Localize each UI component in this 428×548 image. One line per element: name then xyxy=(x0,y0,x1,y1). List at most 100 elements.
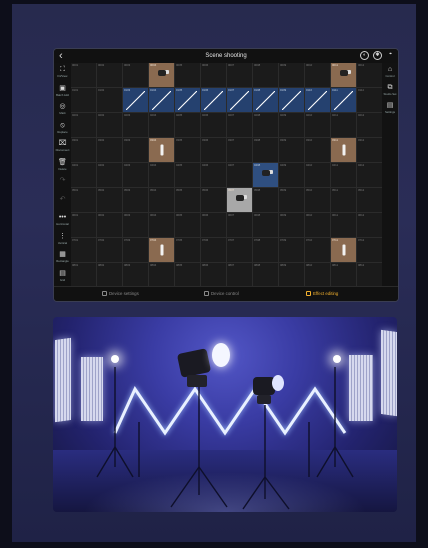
sidebar-item-redo[interactable]: ↷ xyxy=(54,177,71,185)
sidebar-item-horizontal[interactable]: ••• Horizontal xyxy=(54,214,71,226)
grid-cell[interactable]: 0603 xyxy=(123,213,148,237)
grid-cell[interactable]: 0210 xyxy=(305,113,330,137)
grid-cell[interactable]: 0604 xyxy=(149,213,174,237)
tab-device-settings[interactable]: Device settings xyxy=(102,287,139,301)
grid-cell[interactable]: 0308 xyxy=(253,138,278,162)
grid-cell[interactable]: 0005 xyxy=(175,63,200,87)
sidebar-item-mark[interactable]: ◎ Mark xyxy=(54,103,71,115)
grid-cell[interactable]: 0512 xyxy=(357,188,382,212)
grid-cell[interactable]: 0202 xyxy=(97,113,122,137)
grid-cell[interactable]: 0401 xyxy=(71,163,96,187)
grid-cell[interactable]: 0006 xyxy=(201,63,226,87)
grid-cell[interactable]: 0307 xyxy=(227,138,252,162)
location-pin-icon[interactable]: ⌖ xyxy=(386,51,395,60)
grid-cell[interactable]: 0602 xyxy=(97,213,122,237)
grid-cell[interactable]: 0707 xyxy=(227,238,252,262)
grid-cell[interactable]: 0611 xyxy=(331,213,356,237)
grid-cell[interactable]: 0302 xyxy=(97,138,122,162)
grid-cell[interactable]: 0003 xyxy=(123,63,148,87)
grid-cell[interactable]: 0311 xyxy=(331,138,356,162)
preset-icon[interactable]: ◐ xyxy=(360,51,369,60)
grid-cell[interactable]: 0211 xyxy=(331,113,356,137)
grid-cell[interactable]: 0201 xyxy=(71,113,96,137)
grid-cell[interactable]: 0808 xyxy=(253,263,278,287)
grid-cell[interactable]: 0104 xyxy=(149,88,174,112)
grid-cell[interactable]: 0111 xyxy=(331,88,356,112)
grid-cell[interactable]: 0408 xyxy=(253,163,278,187)
grid-cell[interactable]: 0809 xyxy=(279,263,304,287)
grid-cell[interactable]: 0407 xyxy=(227,163,252,187)
grid-cell[interactable]: 0209 xyxy=(279,113,304,137)
grid-cell[interactable]: 0606 xyxy=(201,213,226,237)
grid-cell[interactable]: 0710 xyxy=(305,238,330,262)
grid-cell[interactable]: 0601 xyxy=(71,213,96,237)
grid-cell[interactable]: 0001 xyxy=(71,63,96,87)
grid-cell[interactable]: 0002 xyxy=(97,63,122,87)
tab-effect-editing[interactable]: Effect editing xyxy=(306,287,338,301)
grid-cell[interactable]: 0310 xyxy=(305,138,330,162)
grid-cell[interactable]: 0402 xyxy=(97,163,122,187)
grid-cell[interactable]: 0805 xyxy=(175,263,200,287)
grid-cell[interactable]: 0502 xyxy=(97,188,122,212)
grid-cell[interactable]: 0503 xyxy=(123,188,148,212)
grid-cell[interactable]: 0605 xyxy=(175,213,200,237)
grid-cell[interactable]: 0205 xyxy=(175,113,200,137)
grid-cell[interactable]: 0505 xyxy=(175,188,200,212)
grid-cell[interactable]: 0609 xyxy=(279,213,304,237)
grid-cell[interactable]: 0207 xyxy=(227,113,252,137)
grid-cell[interactable]: 0508 xyxy=(253,188,278,212)
grid-cell[interactable]: 0103 xyxy=(123,88,148,112)
sidebar-item-rectangle[interactable]: ▦ Rectangle xyxy=(54,251,71,263)
grid-cell[interactable]: 0110 xyxy=(305,88,330,112)
grid-cell[interactable]: 0706 xyxy=(201,238,226,262)
grid-cell[interactable]: 0312 xyxy=(357,138,382,162)
grid-cell[interactable]: 0404 xyxy=(149,163,174,187)
grid-cell[interactable]: 0010 xyxy=(305,63,330,87)
grid-cell[interactable]: 0406 xyxy=(201,163,226,187)
sidebar-item-replace[interactable]: ⦸ Replace xyxy=(54,122,71,134)
sidebar-item-delete[interactable]: 🗑 Delete xyxy=(54,159,71,171)
grid-cell[interactable]: 0709 xyxy=(279,238,304,262)
grid-cell[interactable]: 0305 xyxy=(175,138,200,162)
sidebar-item-disconnect[interactable]: ⌧ Disconnect xyxy=(54,140,71,152)
grid-cell[interactable]: 0105 xyxy=(175,88,200,112)
grid-cell[interactable]: 0610 xyxy=(305,213,330,237)
grid-cell[interactable]: 0802 xyxy=(97,263,122,287)
grid-cell[interactable]: 0409 xyxy=(279,163,304,187)
grid-cell[interactable]: 0701 xyxy=(71,238,96,262)
grid-cell[interactable]: 0712 xyxy=(357,238,382,262)
grid-cell[interactable]: 0803 xyxy=(123,263,148,287)
grid-cell[interactable]: 0504 xyxy=(149,188,174,212)
sidebar-item-grid[interactable]: ▤ Grid xyxy=(54,270,71,282)
grid-cell[interactable]: 0101 xyxy=(71,88,96,112)
grid-cell[interactable]: 0705 xyxy=(175,238,200,262)
grid-cell[interactable]: 0107 xyxy=(227,88,252,112)
grid-cell[interactable]: 0509 xyxy=(279,188,304,212)
grid-cell[interactable]: 0009 xyxy=(279,63,304,87)
grid-cell[interactable]: 0703 xyxy=(123,238,148,262)
grid-cell[interactable]: 0410 xyxy=(305,163,330,187)
grid-cell[interactable]: 0704 xyxy=(149,238,174,262)
grid-cell[interactable]: 0702 xyxy=(97,238,122,262)
grid-cell[interactable]: 0507 xyxy=(227,188,252,212)
grid-cell[interactable]: 0506 xyxy=(201,188,226,212)
grid-cell[interactable]: 0106 xyxy=(201,88,226,112)
grid-cell[interactable]: 0608 xyxy=(253,213,278,237)
grid-cell[interactable]: 0309 xyxy=(279,138,304,162)
grid-cell[interactable]: 0811 xyxy=(331,263,356,287)
grid-cell[interactable]: 0711 xyxy=(331,238,356,262)
sidebar-item-batch-add[interactable]: ▣ Batch Add xyxy=(54,85,71,97)
grid-cell[interactable]: 0007 xyxy=(227,63,252,87)
grid-cell[interactable]: 0306 xyxy=(201,138,226,162)
grid-cell[interactable]: 0812 xyxy=(357,263,382,287)
grid-cell[interactable]: 0204 xyxy=(149,113,174,137)
grid-cell[interactable]: 0807 xyxy=(227,263,252,287)
fixture-grid[interactable]: 0001 0002 0003 0004 0005 0006 0007 0008 0009 0010… xyxy=(71,63,382,287)
grid-cell[interactable]: 0112 xyxy=(357,88,382,112)
grid-cell[interactable]: 0801 xyxy=(71,263,96,287)
sidebar-item-settings-panel[interactable]: ▤ Settings xyxy=(382,102,398,114)
grid-cell[interactable]: 0403 xyxy=(123,163,148,187)
grid-cell[interactable]: 0206 xyxy=(201,113,226,137)
grid-cell[interactable]: 0109 xyxy=(279,88,304,112)
grid-cell[interactable]: 0303 xyxy=(123,138,148,162)
